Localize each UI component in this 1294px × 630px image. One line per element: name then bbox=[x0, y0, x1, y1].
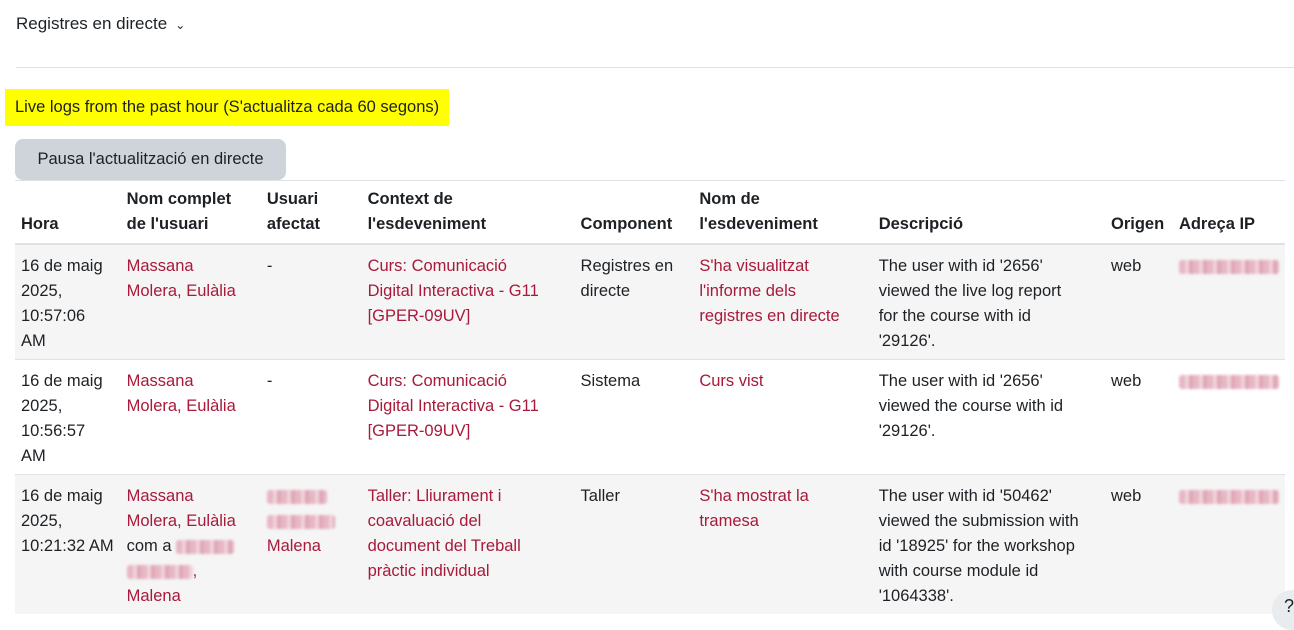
user-link[interactable]: Massana Molera, Eulàlia bbox=[127, 372, 236, 415]
redacted-ip[interactable] bbox=[1178, 374, 1279, 389]
user-link[interactable]: Massana Molera, Eulàlia bbox=[127, 487, 236, 530]
cell-ip bbox=[1172, 243, 1285, 360]
cell-origin: web bbox=[1104, 474, 1173, 614]
report-selector[interactable]: Registres en directe ⌄ bbox=[16, 14, 185, 34]
header-context[interactable]: Context de l'esdeveniment bbox=[361, 180, 575, 245]
table-row: 16 de maig 2025, 10:56:57 AM Massana Molera,… bbox=[15, 359, 1285, 475]
context-link[interactable]: Curs: Comunicació Digital Interactiva - G… bbox=[368, 372, 539, 440]
cell-context: Curs: Comunicació Digital Interactiva - G… bbox=[361, 359, 575, 475]
context-link[interactable]: Curs: Comunicació Digital Interactiva - G… bbox=[368, 257, 539, 325]
cell-time: 16 de maig 2025, 10:21:32 AM bbox=[15, 474, 121, 614]
redacted-name bbox=[176, 539, 235, 554]
cell-component: Registres en directe bbox=[574, 243, 694, 360]
cell-component: Taller bbox=[574, 474, 694, 614]
event-link[interactable]: Curs vist bbox=[699, 372, 763, 390]
redacted-ip[interactable] bbox=[1178, 489, 1279, 504]
table-row: 16 de maig 2025, 10:21:32 AM Massana Molera… bbox=[15, 474, 1285, 614]
cell-time: 16 de maig 2025, 10:56:57 AM bbox=[15, 359, 121, 475]
chevron-down-icon: ⌄ bbox=[175, 18, 186, 32]
header-fullname[interactable]: Nom complet de l'usuari bbox=[120, 180, 261, 245]
cell-component: Sistema bbox=[574, 359, 694, 475]
pause-live-update-button[interactable]: Pausa l'actualització en directe bbox=[15, 139, 286, 180]
divider bbox=[16, 67, 1294, 68]
header-component[interactable]: Component bbox=[574, 180, 694, 245]
cell-event-name: S'ha mostrat la tramesa bbox=[693, 474, 873, 614]
cell-event-name: Curs vist bbox=[693, 359, 873, 475]
redacted-name bbox=[266, 514, 335, 529]
header-origin[interactable]: Origen bbox=[1104, 180, 1173, 245]
cell-origin: web bbox=[1104, 243, 1173, 360]
cell-description: The user with id '2656' viewed the live l… bbox=[872, 243, 1105, 360]
header-event-name[interactable]: Nom de l'esdeveniment bbox=[693, 180, 873, 245]
cell-description: The user with id '2656' viewed the course… bbox=[872, 359, 1105, 475]
cell-affected-user: - bbox=[260, 243, 362, 360]
affected-user-link[interactable]: Malena bbox=[266, 487, 335, 555]
context-link[interactable]: Taller: Lliurament i coavaluació del docum… bbox=[368, 487, 521, 580]
cell-context: Taller: Lliurament i coavaluació del docum… bbox=[361, 474, 575, 614]
cell-context: Curs: Comunicació Digital Interactiva - G… bbox=[361, 243, 575, 360]
cell-affected-user: Malena bbox=[260, 474, 362, 614]
header-description[interactable]: Descripció bbox=[872, 180, 1105, 245]
cell-user: Massana Molera, Eulàlia bbox=[120, 243, 261, 360]
header-ip[interactable]: Adreça IP bbox=[1172, 180, 1285, 245]
cell-time: 16 de maig 2025, 10:57:06 AM bbox=[15, 243, 121, 360]
cell-event-name: S'ha visualitzat l'informe dels registres … bbox=[693, 243, 873, 360]
cell-user: Massana Molera, Eulàlia bbox=[120, 359, 261, 475]
table-header-row: Hora Nom complet de l'usuari Usuari afecta… bbox=[15, 180, 1285, 245]
cell-affected-user: - bbox=[260, 359, 362, 475]
redacted-ip[interactable] bbox=[1178, 259, 1279, 274]
cell-description: The user with id '50462' viewed the submi… bbox=[872, 474, 1105, 614]
event-link[interactable]: S'ha visualitzat l'informe dels registres … bbox=[699, 257, 839, 325]
cell-origin: web bbox=[1104, 359, 1173, 475]
live-logs-table: Hora Nom complet de l'usuari Usuari afecta… bbox=[15, 180, 1285, 614]
header-time[interactable]: Hora bbox=[15, 180, 121, 245]
header-affected-user[interactable]: Usuari afectat bbox=[260, 180, 362, 245]
cell-ip bbox=[1172, 474, 1285, 614]
report-selector-label: Registres en directe bbox=[16, 14, 168, 33]
cell-ip bbox=[1172, 359, 1285, 475]
help-icon: ? bbox=[1284, 596, 1294, 616]
event-link[interactable]: S'ha mostrat la tramesa bbox=[699, 487, 809, 530]
redacted-name bbox=[126, 564, 193, 579]
redacted-name bbox=[266, 489, 327, 504]
live-logs-banner: Live logs from the past hour (S'actualit… bbox=[5, 89, 450, 126]
user-link[interactable]: Massana Molera, Eulàlia bbox=[127, 257, 236, 300]
live-logs-banner-text: Live logs from the past hour (S'actualit… bbox=[15, 98, 440, 116]
cell-user: Massana Molera, Eulàlia com a , Malena bbox=[120, 474, 261, 614]
table-row: 16 de maig 2025, 10:57:06 AM Massana Molera,… bbox=[15, 243, 1285, 360]
